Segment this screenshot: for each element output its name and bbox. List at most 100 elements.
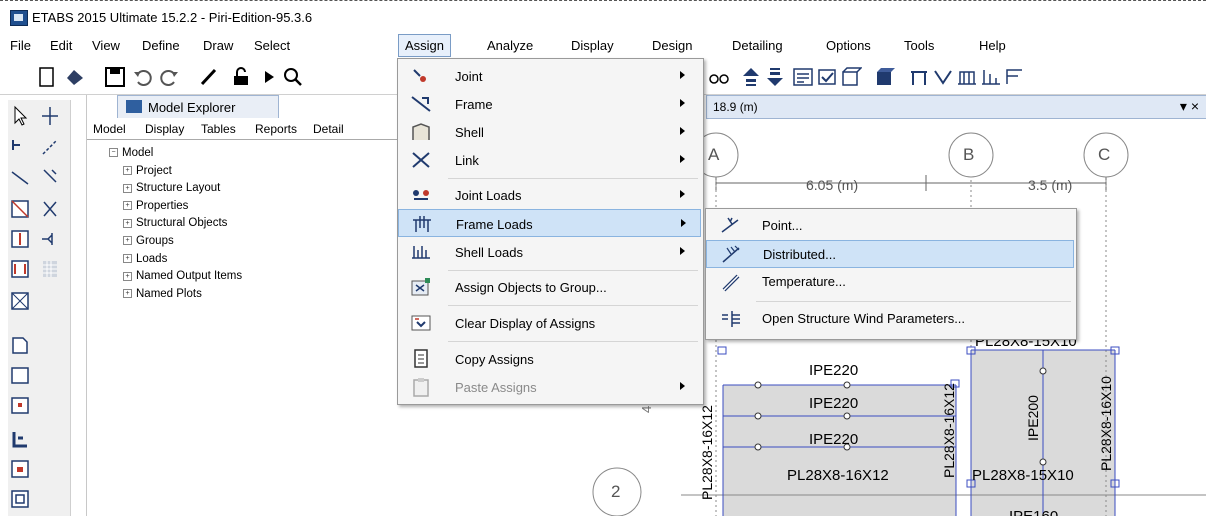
tree-item-properties[interactable]: + Properties xyxy=(109,198,242,216)
draw-beam-icon[interactable] xyxy=(40,136,60,158)
submenu-arrow-icon xyxy=(681,219,686,227)
tree-item-structure-layout[interactable]: + Structure Layout xyxy=(109,180,242,198)
frame-view-icon[interactable] xyxy=(840,66,862,88)
set-display-options-icon[interactable] xyxy=(792,66,814,88)
move-up-icon[interactable] xyxy=(740,66,762,88)
quick-draw-floor-icon[interactable] xyxy=(10,394,30,416)
frame-loads-temperature[interactable]: Temperature... xyxy=(706,268,1074,296)
expand-icon[interactable]: + xyxy=(123,271,132,281)
subtab-detail[interactable]: Detail xyxy=(313,122,344,136)
tree-item-named-plots[interactable]: + Named Plots xyxy=(109,286,242,304)
draw-frame-icon[interactable] xyxy=(10,166,30,188)
beam-icon[interactable] xyxy=(908,66,930,88)
grid-tool-icon[interactable] xyxy=(40,258,60,280)
subtab-model[interactable]: Model xyxy=(93,122,126,136)
menu-detailing[interactable]: Detailing xyxy=(732,38,783,53)
subtab-tables[interactable]: Tables xyxy=(201,122,236,136)
expand-icon[interactable]: + xyxy=(123,201,132,211)
menu-design[interactable]: Design xyxy=(652,38,692,53)
reshape-icon[interactable] xyxy=(10,136,30,158)
expand-icon[interactable]: + xyxy=(123,166,132,176)
draw-rect-floor-icon[interactable] xyxy=(10,364,30,386)
menu-help[interactable]: Help xyxy=(979,38,1006,53)
save-icon[interactable] xyxy=(104,66,126,88)
elevation-icon[interactable] xyxy=(980,66,1002,88)
menu-options[interactable]: Options xyxy=(826,38,871,53)
frame-loads-distributed[interactable]: Distributed... xyxy=(706,240,1074,268)
quick-draw-frame-icon[interactable] xyxy=(10,198,30,220)
menu-display[interactable]: Display xyxy=(571,38,614,53)
submenu-arrow-icon xyxy=(680,247,685,255)
assign-menu-copy-assigns[interactable]: Copy Assigns xyxy=(398,345,701,373)
tree-item-structural-objects[interactable]: + Structural Objects xyxy=(109,215,242,233)
tree-item-project[interactable]: + Project xyxy=(109,163,242,181)
menu-select[interactable]: Select xyxy=(254,38,290,53)
subtab-display[interactable]: Display xyxy=(145,122,184,136)
redo-icon[interactable] xyxy=(158,66,180,88)
expand-icon[interactable]: + xyxy=(123,218,132,228)
dimension-ab: 6.05 (m) xyxy=(806,177,859,193)
tree-item-groups[interactable]: + Groups xyxy=(109,233,242,251)
collapse-icon[interactable]: − xyxy=(109,148,118,158)
window-title: ETABS 2015 Ultimate 15.2.2 - Piri-Editio… xyxy=(32,10,313,25)
run-analysis-icon[interactable] xyxy=(258,66,280,88)
checkbox-icon[interactable] xyxy=(816,66,838,88)
assign-menu-objects-to-group[interactable]: Assign Objects to Group... xyxy=(398,273,701,301)
menu-analyze[interactable]: Analyze xyxy=(487,38,533,53)
assign-menu-frame-loads[interactable]: Frame Loads xyxy=(398,209,701,237)
lock-icon[interactable] xyxy=(230,66,252,88)
pencil-icon[interactable] xyxy=(198,66,220,88)
shell-icon xyxy=(412,123,430,140)
menu-draw[interactable]: Draw xyxy=(203,38,233,53)
assign-menu-shell-loads[interactable]: Shell Loads xyxy=(398,238,701,266)
tree-root[interactable]: − Model xyxy=(109,145,242,163)
open-model-icon[interactable] xyxy=(64,66,86,88)
undo-icon[interactable] xyxy=(132,66,154,88)
menu-assign[interactable]: Assign xyxy=(398,34,452,57)
menu-file[interactable]: File xyxy=(10,38,31,53)
menu-tools[interactable]: Tools xyxy=(904,38,934,53)
subtab-reports[interactable]: Reports xyxy=(255,122,297,136)
draw-spring-icon[interactable] xyxy=(40,228,60,250)
menu-view[interactable]: View xyxy=(92,38,120,53)
frame-loads-wind-parameters[interactable]: Open Structure Wind Parameters... xyxy=(706,305,1074,333)
grid-label-b: B xyxy=(963,145,975,164)
quick-draw-walls-icon[interactable] xyxy=(10,458,30,480)
assign-menu-shell[interactable]: Shell xyxy=(398,118,701,146)
quick-draw-braces-icon[interactable] xyxy=(10,258,30,280)
assign-menu-clear-display[interactable]: Clear Display of Assigns xyxy=(398,309,701,337)
tree-item-loads[interactable]: + Loads xyxy=(109,251,242,269)
assign-menu-link[interactable]: Link xyxy=(398,146,701,174)
glasses-icon[interactable] xyxy=(708,66,730,88)
assign-menu-joint[interactable]: Joint xyxy=(398,62,701,90)
assign-menu-frame[interactable]: Frame xyxy=(398,90,701,118)
draw-floor-icon[interactable] xyxy=(10,334,30,356)
expand-icon[interactable]: + xyxy=(123,183,132,193)
pointer-icon[interactable] xyxy=(10,105,30,127)
move-down-icon[interactable] xyxy=(764,66,786,88)
grid-label-c: C xyxy=(1098,145,1111,164)
draw-brace-icon[interactable] xyxy=(40,166,60,188)
expand-icon[interactable]: + xyxy=(123,236,132,246)
zoom-icon[interactable] xyxy=(282,66,304,88)
model-explorer-tab[interactable]: Model Explorer xyxy=(117,95,279,118)
solid-view-icon[interactable] xyxy=(874,66,896,88)
tree-item-named-output-items[interactable]: + Named Output Items xyxy=(109,268,242,286)
expand-icon[interactable]: + xyxy=(123,289,132,299)
draw-link-icon[interactable] xyxy=(40,198,60,220)
supports-icon[interactable] xyxy=(932,66,954,88)
assign-menu-joint-loads[interactable]: Joint Loads xyxy=(398,181,701,209)
menu-define[interactable]: Define xyxy=(142,38,180,53)
expand-icon[interactable]: + xyxy=(123,254,132,264)
etabs-app-icon xyxy=(10,10,28,26)
draw-wall-stack-icon[interactable] xyxy=(10,488,30,510)
draw-wall-icon[interactable] xyxy=(10,428,30,450)
frame-loads-point[interactable]: Point... xyxy=(706,212,1074,240)
quick-draw-column-icon[interactable] xyxy=(10,228,30,250)
menu-edit[interactable]: Edit xyxy=(50,38,72,53)
section-icon[interactable] xyxy=(1004,66,1026,88)
floor-plan-icon[interactable] xyxy=(956,66,978,88)
quick-draw-secondary-icon[interactable] xyxy=(10,290,30,312)
new-model-icon[interactable] xyxy=(36,66,58,88)
draw-joint-icon[interactable] xyxy=(40,105,60,127)
